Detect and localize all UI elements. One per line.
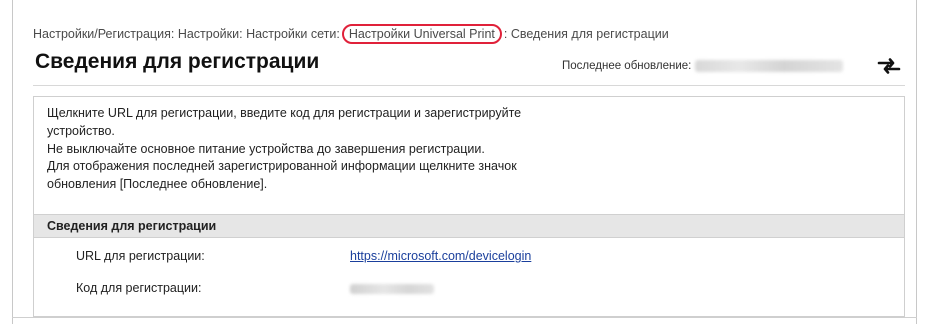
- breadcrumb-item-universal-print-settings[interactable]: Настройки Universal Print: [349, 27, 495, 41]
- instruction-line: Для отображения последней зарегистрирова…: [47, 159, 517, 174]
- registration-url-value: https://microsoft.com/devicelogin: [350, 249, 531, 263]
- registration-panel: Щелкните URL для регистрации, введите ко…: [33, 96, 905, 317]
- breadcrumb-separator: :: [336, 27, 340, 41]
- registration-code-redacted: [350, 284, 434, 294]
- breadcrumb-separator: :: [170, 27, 175, 41]
- instruction-line: Щелкните URL для регистрации, введите ко…: [47, 106, 522, 120]
- instruction-line: устройство.: [47, 123, 115, 138]
- registration-url-link[interactable]: https://microsoft.com/devicelogin: [350, 249, 531, 263]
- last-update-label: Последнее обновление:: [562, 60, 692, 72]
- breadcrumb: Настройки/Регистрация: Настройки: Настро…: [33, 24, 669, 44]
- breadcrumb-current-page: Сведения для регистрации: [510, 27, 669, 41]
- section-header-registration-info: Сведения для регистрации: [34, 214, 904, 238]
- last-update: Последнее обновление:: [562, 60, 844, 72]
- breadcrumb-separator: :: [503, 27, 508, 41]
- refresh-icon: [877, 58, 901, 74]
- breadcrumb-highlight-outline: Настройки Universal Print: [341, 24, 502, 44]
- section-title: Сведения для регистрации: [47, 219, 217, 233]
- instructions-text: Щелкните URL для регистрации, введите ко…: [47, 105, 521, 194]
- page-title: Сведения для регистрации: [35, 50, 320, 73]
- registration-code-label: Код для регистрации:: [76, 281, 202, 295]
- breadcrumb-separator: :: [239, 27, 243, 41]
- registration-code-value: [350, 281, 434, 297]
- instruction-line: Не выключайте основное питание устройств…: [47, 141, 485, 156]
- breadcrumb-item-settings-registration[interactable]: Настройки/Регистрация: [33, 27, 171, 41]
- breadcrumb-item-settings[interactable]: Настройки: [178, 27, 239, 41]
- bottom-divider: [12, 317, 917, 318]
- breadcrumb-item-network-settings[interactable]: Настройки сети: [246, 27, 336, 41]
- registration-url-label: URL для регистрации:: [76, 249, 205, 263]
- refresh-button[interactable]: [876, 55, 902, 77]
- instruction-line: обновления [Последнее обновление].: [47, 177, 268, 192]
- title-divider: [33, 85, 905, 86]
- last-update-value-redacted: [695, 60, 844, 72]
